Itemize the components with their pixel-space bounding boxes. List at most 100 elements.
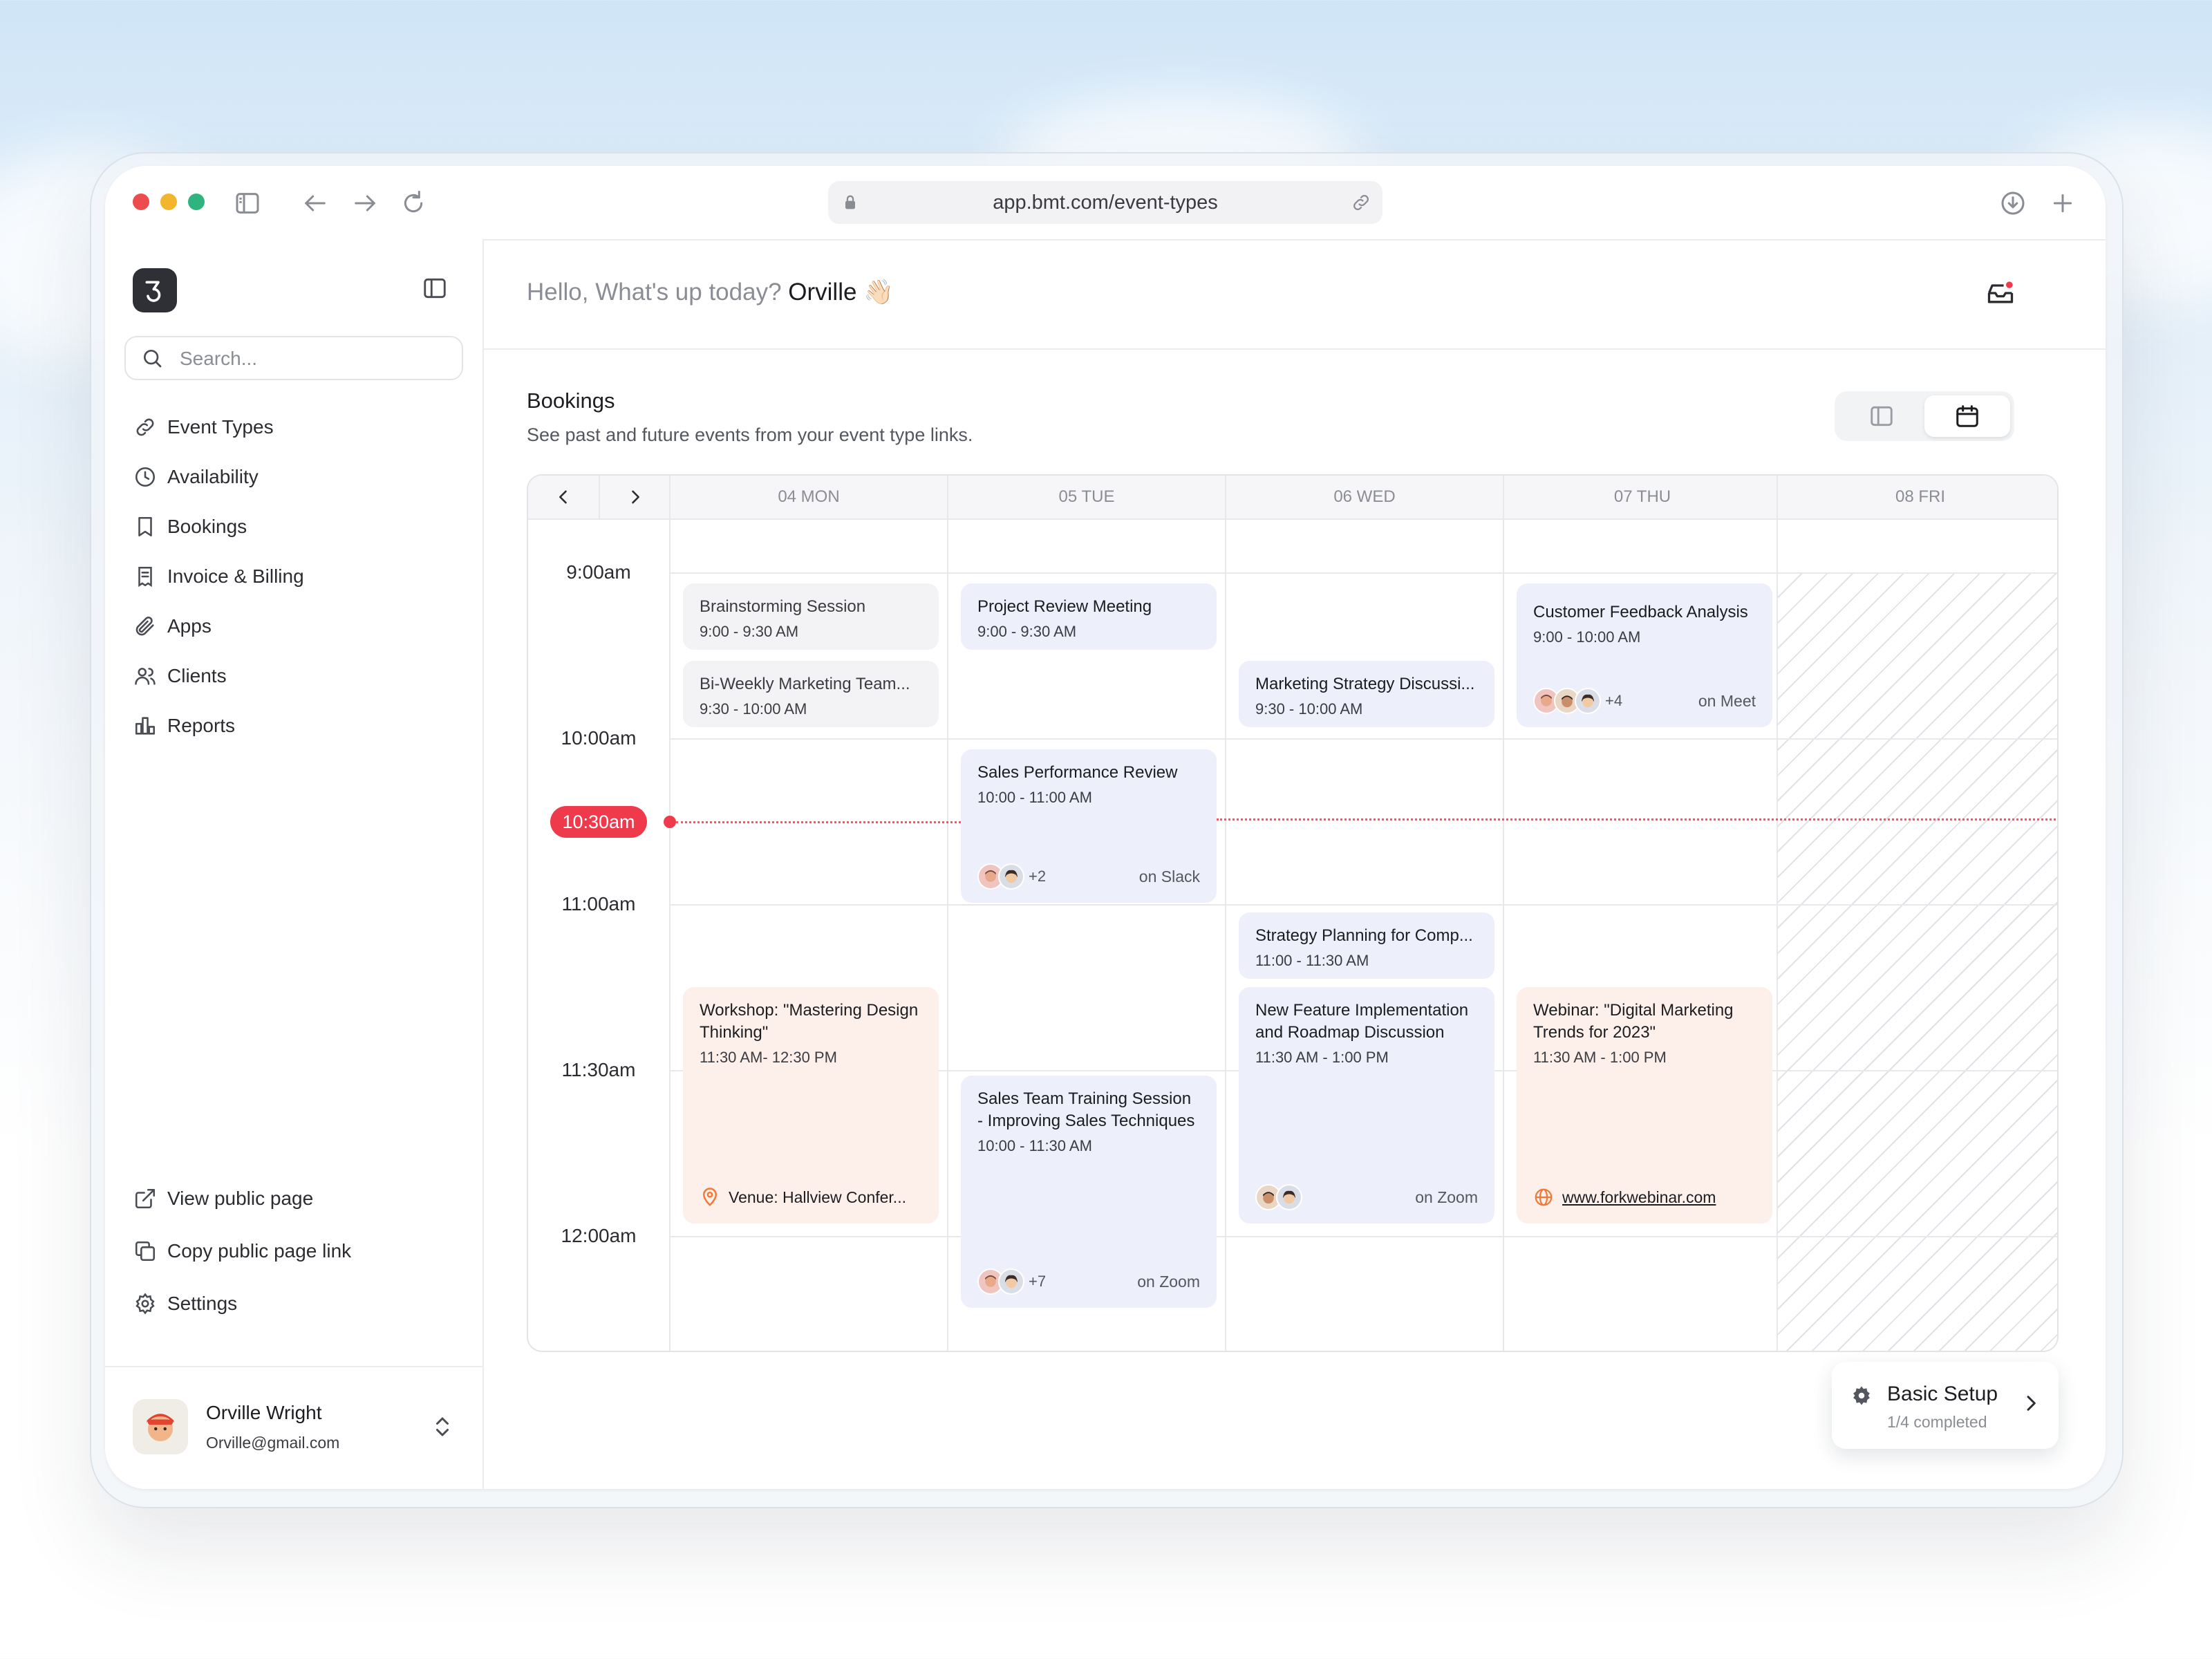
copy-icon [135, 1241, 156, 1262]
nav-item-apps[interactable]: Apps [133, 607, 458, 646]
calendar-view-button[interactable] [1924, 395, 2010, 437]
attendee-avatar [1575, 688, 1601, 714]
person-avatar-icon [1004, 1275, 1018, 1288]
minimize-window-button[interactable] [160, 194, 177, 210]
grid-line [1225, 476, 1226, 1351]
day-header-thu: 07 THU [1613, 487, 1671, 506]
event-time: 10:00 - 11:00 AM [977, 789, 1092, 806]
webinar-link[interactable]: www.forkwebinar.com [1562, 1188, 1716, 1207]
list-view-button[interactable] [1839, 395, 1924, 437]
inbox-notification-icon[interactable] [1985, 278, 2016, 308]
new-tab-plus-icon[interactable] [2049, 189, 2077, 217]
time-label: 11:30am [561, 1059, 636, 1080]
calendar-header-row: 04 MON 05 TUE 06 WED 07 THU 08 FRI [528, 476, 2057, 520]
url-text: app.bmt.com/event-types [993, 191, 1218, 214]
event-card[interactable]: Customer Feedback Analysis 9:00 - 10:00 … [1517, 583, 1772, 727]
current-time-line [1217, 818, 2057, 821]
view-public-page-link[interactable]: View public page [133, 1179, 458, 1218]
event-title: Project Review Meeting [977, 597, 1152, 616]
settings-link[interactable]: Settings [133, 1284, 458, 1323]
current-time-dot [664, 816, 676, 828]
nav-item-bookings[interactable]: Bookings [133, 507, 458, 546]
event-time: 11:30 AM- 12:30 PM [700, 1049, 837, 1066]
event-time: 9:00 - 10:00 AM [1533, 628, 1641, 646]
event-footer: Venue: Hallview Confer... [700, 1183, 922, 1211]
next-week-button[interactable] [599, 476, 671, 518]
event-card[interactable]: Webinar: "Digital Marketing Trends for 2… [1517, 987, 1772, 1224]
nav-item-reports[interactable]: Reports [133, 706, 458, 745]
attendee-more-count: +2 [1029, 868, 1047, 885]
grid-line [669, 572, 2057, 574]
event-time: 9:30 - 10:00 AM [700, 700, 807, 718]
copy-public-page-link[interactable]: Copy public page link [133, 1232, 458, 1271]
grid-line [669, 1236, 2057, 1237]
event-card[interactable]: Brainstorming Session 9:00 - 9:30 AM [683, 583, 939, 650]
collapse-sidebar-icon[interactable] [422, 275, 448, 301]
event-platform: on Zoom [1137, 1272, 1200, 1291]
nav-item-availability[interactable]: Availability [133, 458, 458, 496]
maximize-window-button[interactable] [188, 194, 205, 210]
event-footer: +7 on Zoom [977, 1268, 1200, 1295]
globe-icon [1535, 1188, 1553, 1206]
sidebar-layout-icon [1871, 406, 1893, 427]
view-toggle [1835, 391, 2014, 441]
external-link-icon [135, 1188, 156, 1209]
sidebar: Event Types Availability Bookings Invoic… [105, 239, 484, 1489]
event-title: Sales Team Training Session - Improving … [977, 1089, 1195, 1130]
event-time: 11:30 AM - 1:00 PM [1255, 1049, 1389, 1066]
person-avatar-icon [1581, 694, 1595, 708]
gear-icon [1853, 1386, 1870, 1405]
nav-item-event-types[interactable]: Event Types [133, 408, 458, 447]
event-platform: on Meet [1698, 691, 1756, 710]
setup-title: Basic Setup [1887, 1382, 1998, 1405]
event-title: Sales Performance Review [977, 763, 1178, 782]
app-logo[interactable] [133, 268, 177, 312]
brand-logo-icon [145, 281, 161, 302]
nav-item-invoice-billing[interactable]: Invoice & Billing [133, 557, 458, 596]
event-card[interactable]: Marketing Strategy Discussi... 9:30 - 10… [1239, 661, 1494, 727]
event-card[interactable]: Project Review Meeting 9:00 - 9:30 AM [961, 583, 1217, 650]
sidebar-toggle-icon[interactable] [234, 189, 261, 217]
link-label: Settings [167, 1293, 238, 1314]
event-card[interactable]: New Feature Implementation and Roadmap D… [1239, 987, 1494, 1224]
address-bar[interactable]: app.bmt.com/event-types [828, 181, 1382, 224]
event-card[interactable]: Bi-Weekly Marketing Team... 9:30 - 10:00… [683, 661, 939, 727]
forward-arrow-icon[interactable] [351, 189, 379, 217]
close-window-button[interactable] [133, 194, 149, 210]
link-icon[interactable] [1351, 192, 1371, 213]
nav-label: Availability [167, 466, 259, 487]
person-avatar-icon [1282, 1190, 1296, 1204]
event-card[interactable]: Workshop: "Mastering Design Thinking" 11… [683, 987, 939, 1224]
greeting-prefix: Hello, What's up today? [527, 279, 782, 306]
download-icon[interactable] [1999, 189, 2027, 217]
reload-icon[interactable] [400, 189, 427, 217]
time-label: 11:00am [561, 893, 636, 915]
calendar-icon [1956, 405, 1978, 427]
grid-line [669, 476, 671, 1351]
chevron-right-icon [2027, 1396, 2036, 1411]
bar-chart-icon [135, 717, 156, 735]
person-avatar-icon [985, 870, 996, 882]
event-card[interactable]: Sales Team Training Session - Improving … [961, 1076, 1217, 1308]
prev-week-button[interactable] [528, 476, 599, 518]
event-title: Marketing Strategy Discussi... [1255, 675, 1475, 693]
attendee-more-count: +4 [1605, 692, 1623, 709]
chevron-up-down-icon[interactable] [430, 1413, 455, 1441]
event-title: Customer Feedback Analysis [1533, 603, 1748, 621]
event-time: 10:00 - 11:30 AM [977, 1137, 1092, 1154]
search-input[interactable] [178, 343, 451, 375]
back-arrow-icon[interactable] [301, 189, 329, 217]
basic-setup-card[interactable]: Basic Setup 1/4 completed [1832, 1362, 2059, 1449]
attendee-more-count: +7 [1029, 1273, 1047, 1290]
user-avatar [133, 1399, 188, 1454]
event-footer: on Zoom [1255, 1183, 1478, 1211]
event-footer: +4 on Meet [1533, 687, 1756, 715]
attendee-avatar [998, 863, 1024, 890]
event-card[interactable]: Sales Performance Review 10:00 - 11:00 A… [961, 749, 1217, 903]
event-card[interactable]: Strategy Planning for Comp... 11:00 - 11… [1239, 912, 1494, 979]
event-footer: +2 on Slack [977, 863, 1200, 890]
grid-line [669, 738, 2057, 740]
greeting-text: Hello, What's up today? Orville 👋🏻 [527, 278, 894, 306]
user-profile[interactable]: Orville Wright Orville@gmail.com [105, 1366, 482, 1489]
nav-item-clients[interactable]: Clients [133, 657, 458, 695]
